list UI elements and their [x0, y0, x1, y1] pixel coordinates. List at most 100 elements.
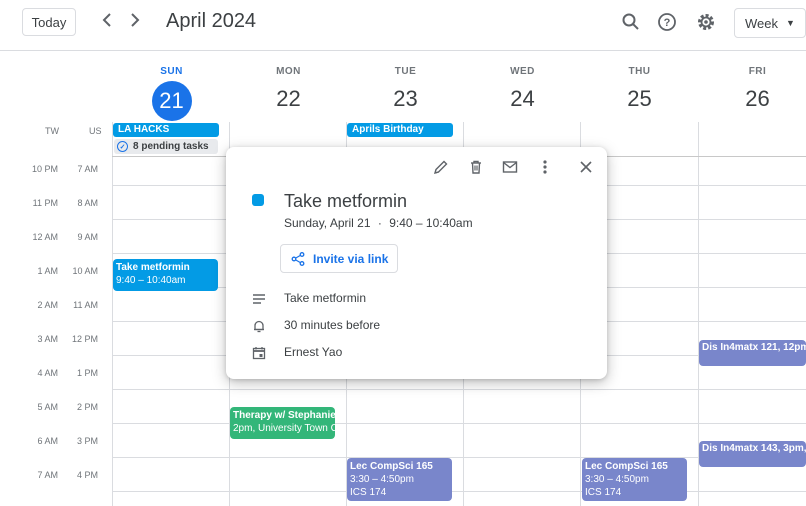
- event-take-metformin[interactable]: Take metformin 9:40 – 10:40am: [113, 259, 218, 291]
- bell-icon: [252, 319, 266, 333]
- time-label-us: 12 PM: [71, 334, 98, 344]
- day-name: TUE: [394, 66, 417, 77]
- event-title: Take metformin: [116, 262, 190, 273]
- popup-description: Take metformin: [284, 291, 367, 305]
- popup-time: 9:40 – 10:40am: [389, 216, 473, 230]
- caret-down-icon: ▼: [786, 18, 795, 28]
- time-label-us: 9 AM: [77, 232, 98, 242]
- calendar-icon: [252, 346, 266, 360]
- event-time: 3:30 – 4:50pm: [585, 474, 649, 485]
- invite-via-link-button[interactable]: Invite via link: [280, 244, 398, 273]
- event-location: ICS 174: [350, 487, 387, 498]
- time-label-tw: 3 AM: [37, 334, 58, 344]
- popup-calendar-owner: Ernest Yao: [284, 345, 343, 359]
- time-label-tw: 2 AM: [37, 300, 58, 310]
- event-dis-in4matx-121[interactable]: Dis In4matx 121, 12pm: [699, 340, 806, 366]
- chevron-right-icon[interactable]: [125, 12, 145, 32]
- day-number[interactable]: 23: [386, 81, 426, 121]
- pending-tasks-chip[interactable]: ✓ 8 pending tasks: [114, 139, 218, 154]
- event-lec-compsci-165-thu[interactable]: Lec CompSci 165 3:30 – 4:50pm ICS 174: [582, 458, 687, 501]
- day-header-sun[interactable]: SUN 21: [113, 66, 230, 121]
- close-icon[interactable]: [578, 159, 596, 177]
- view-selector-label: Week: [745, 15, 778, 31]
- time-label-us: 4 PM: [76, 470, 98, 480]
- event-dis-in4matx-143[interactable]: Dis In4matx 143, 3pm,: [699, 441, 806, 467]
- time-label-tw: 10 PM: [31, 164, 58, 174]
- day-name: THU: [628, 66, 651, 77]
- top-bar: Today April 2024 ? Week ▼: [0, 0, 806, 51]
- time-label-us: 7 AM: [77, 164, 98, 174]
- day-number[interactable]: 21: [151, 81, 192, 121]
- popup-separator: ·: [377, 216, 382, 230]
- day-name: WED: [510, 66, 535, 77]
- day-number[interactable]: 26: [738, 81, 778, 121]
- event-time: 9:40 – 10:40am: [116, 275, 186, 286]
- timezone-primary-label: TW: [45, 126, 59, 136]
- day-name: MON: [276, 66, 301, 77]
- event-therapy[interactable]: Therapy w/ Stephanie 2pm, University Tow…: [230, 407, 335, 439]
- day-number[interactable]: 25: [620, 81, 660, 121]
- day-header-mon[interactable]: MON 22: [230, 66, 347, 121]
- day-name: FRI: [748, 66, 767, 77]
- time-label-tw: 6 AM: [37, 436, 58, 446]
- day-header-wed[interactable]: WED 24: [464, 66, 581, 121]
- hour-line: [112, 389, 806, 390]
- day-header-fri[interactable]: FRI 26: [699, 66, 806, 121]
- email-icon[interactable]: [502, 159, 520, 177]
- popup-event-datetime: Sunday, April 21 · 9:40 – 10:40am: [284, 216, 473, 230]
- timezone-secondary-label: US: [89, 126, 102, 136]
- popup-event-title: Take metformin: [284, 191, 408, 211]
- delete-icon[interactable]: [468, 159, 486, 177]
- month-title: April 2024: [166, 10, 257, 32]
- event-title: Therapy w/ Stephanie: [233, 410, 335, 421]
- search-icon[interactable]: [621, 12, 643, 34]
- more-options-icon[interactable]: [537, 159, 555, 177]
- day-header-thu[interactable]: THU 25: [581, 66, 698, 121]
- time-label-us: 10 AM: [72, 266, 98, 276]
- time-label-us: 11 AM: [73, 300, 98, 310]
- edit-icon[interactable]: [433, 159, 451, 177]
- popup-reminder: 30 minutes before: [284, 318, 381, 332]
- popup-date: Sunday, April 21: [284, 216, 371, 230]
- check-circle-icon: ✓: [117, 141, 128, 152]
- event-title: Dis In4matx 143, 3pm,: [702, 443, 806, 454]
- hour-line: [112, 491, 806, 492]
- view-selector[interactable]: Week ▼: [734, 8, 806, 38]
- chevron-left-icon[interactable]: [97, 12, 117, 32]
- time-label-us: 1 PM: [76, 368, 98, 378]
- time-label-tw: 7 AM: [37, 470, 58, 480]
- event-time: 3:30 – 4:50pm: [350, 474, 414, 485]
- event-location: ICS 174: [585, 487, 622, 498]
- allday-event-la-hacks[interactable]: LA HACKS: [113, 123, 219, 137]
- event-title: Lec CompSci 165: [585, 461, 668, 472]
- today-button[interactable]: Today: [22, 8, 76, 36]
- time-label-tw: 11 PM: [32, 198, 58, 208]
- day-number[interactable]: 24: [503, 81, 543, 121]
- time-label-tw: 4 AM: [37, 368, 58, 378]
- time-label-us: 2 PM: [76, 402, 98, 412]
- time-label-tw: 12 AM: [32, 232, 58, 242]
- time-label-tw: 1 AM: [37, 266, 58, 276]
- day-header-tue[interactable]: TUE 23: [347, 66, 464, 121]
- invite-label: Invite via link: [313, 251, 389, 266]
- time-label-us: 3 PM: [76, 436, 98, 446]
- grid-divider: [112, 122, 113, 506]
- event-title: Dis In4matx 121, 12pm: [702, 342, 806, 353]
- event-title: Lec CompSci 165: [350, 461, 433, 472]
- share-icon: [291, 251, 305, 266]
- event-color-swatch: [252, 194, 264, 206]
- day-number[interactable]: 22: [269, 81, 309, 121]
- event-detail: 2pm, University Town C: [233, 423, 335, 434]
- time-label-us: 8 AM: [77, 198, 98, 208]
- day-name: SUN: [160, 66, 183, 77]
- event-details-popup: Take metformin Sunday, April 21 · 9:40 –…: [226, 147, 607, 379]
- gear-icon[interactable]: [696, 12, 718, 34]
- event-lec-compsci-165-tue[interactable]: Lec CompSci 165 3:30 – 4:50pm ICS 174: [347, 458, 452, 501]
- help-icon[interactable]: ?: [657, 12, 679, 34]
- allday-event-aprils-birthday[interactable]: Aprils Birthday: [347, 123, 453, 137]
- hour-line: [112, 423, 806, 424]
- time-label-tw: 5 AM: [37, 402, 58, 412]
- svg-text:?: ?: [664, 17, 671, 29]
- pending-tasks-label: 8 pending tasks: [133, 141, 209, 152]
- description-icon: [252, 292, 266, 306]
